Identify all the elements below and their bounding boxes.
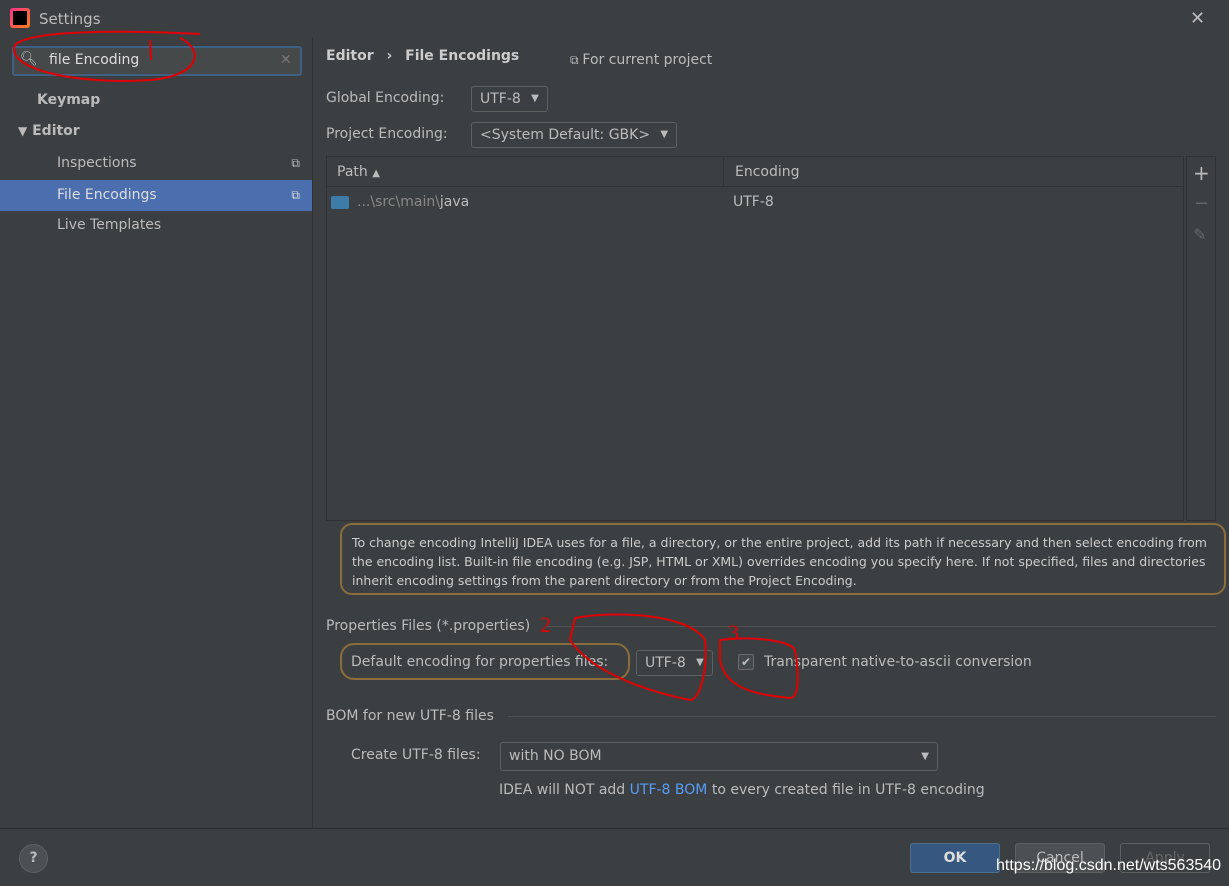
intellij-logo-icon <box>10 8 30 28</box>
clear-search-icon[interactable]: ✕ <box>280 52 292 68</box>
expand-arrow-icon[interactable]: ▼ <box>18 124 27 138</box>
add-icon[interactable]: + <box>1193 161 1210 185</box>
project-scope-icon: ⧉ <box>570 53 583 67</box>
dropdown-value: UTF-8 <box>645 655 686 671</box>
sidebar-item-live-templates[interactable]: Live Templates <box>0 210 312 241</box>
properties-section-title: Properties Files (*.properties) <box>326 618 531 634</box>
sidebar-item-label: Inspections <box>57 155 137 171</box>
native-to-ascii-checkbox[interactable]: ✔ <box>738 654 754 670</box>
breadcrumb-parent: Editor <box>326 48 374 64</box>
path-prefix: ...\src\main\ <box>357 194 440 210</box>
project-encoding-label: Project Encoding: <box>326 126 448 142</box>
properties-encoding-label: Default encoding for properties files: <box>351 654 609 670</box>
table-header: Path ▲ Encoding <box>327 157 1183 187</box>
sidebar-item-inspections[interactable]: Inspections ⧉ <box>0 148 312 179</box>
close-icon[interactable]: ✕ <box>1190 8 1205 29</box>
sidebar-item-label: Keymap <box>37 92 101 108</box>
dropdown-arrow-icon: ▼ <box>921 751 929 762</box>
search-input[interactable]: 🔍︎ file Encoding ✕ <box>12 46 302 76</box>
encoding-table: Path ▲ Encoding ...\src\main\java UTF-8 <box>326 156 1184 521</box>
folder-icon <box>331 196 349 209</box>
utf8-bom-link[interactable]: UTF-8 BOM <box>630 782 708 798</box>
bom-dropdown[interactable]: with NO BOM ▼ <box>500 742 938 771</box>
breadcrumb: Editor › File Encodings <box>326 48 519 64</box>
bom-note: IDEA will NOT add UTF-8 BOM to every cre… <box>499 782 985 798</box>
search-icon: 🔍︎ <box>20 51 38 67</box>
sidebar-item-file-encodings[interactable]: File Encodings ⧉ <box>0 180 312 211</box>
global-encoding-label: Global Encoding: <box>326 90 445 106</box>
column-header-path[interactable]: Path ▲ <box>337 164 380 180</box>
info-text: To change encoding IntelliJ IDEA uses fo… <box>352 535 1207 588</box>
breadcrumb-separator: › <box>386 48 393 64</box>
sidebar-item-keymap[interactable]: Keymap <box>0 85 312 116</box>
sort-asc-icon: ▲ <box>372 168 380 179</box>
dropdown-arrow-icon: ▼ <box>660 129 669 140</box>
remove-icon[interactable]: − <box>1194 193 1209 214</box>
table-row[interactable]: ...\src\main\java UTF-8 <box>327 187 1183 217</box>
window-title: Settings <box>39 10 101 28</box>
sidebar-item-editor[interactable]: ▼ Editor <box>0 116 312 147</box>
ok-button[interactable]: OK <box>910 843 1000 873</box>
dropdown-arrow-icon: ▼ <box>696 657 704 668</box>
column-header-encoding[interactable]: Encoding <box>735 164 800 180</box>
scope-note: ⧉ For current project <box>570 52 712 68</box>
scope-label: For current project <box>582 52 713 68</box>
project-scope-icon: ⧉ <box>291 156 300 170</box>
edit-icon[interactable]: ✎ <box>1193 225 1206 244</box>
create-utf8-label: Create UTF-8 files: <box>351 747 481 763</box>
project-scope-icon: ⧉ <box>291 188 300 202</box>
project-encoding-dropdown[interactable]: <System Default: GBK> ▼ <box>471 122 678 148</box>
info-box: To change encoding IntelliJ IDEA uses fo… <box>340 523 1226 595</box>
sidebar: Keymap ▼ Editor Inspections ⧉ File Encodi… <box>0 38 313 828</box>
content-panel: Editor › File Encodings ⧉ For current pr… <box>314 38 1229 828</box>
sidebar-item-label: Editor <box>32 123 80 139</box>
properties-encoding-dropdown[interactable]: UTF-8 ▼ <box>636 650 713 676</box>
dropdown-value: <System Default: GBK> <box>480 127 651 143</box>
bom-section-title: BOM for new UTF-8 files <box>326 708 494 724</box>
table-toolbar: + − ✎ <box>1186 156 1216 521</box>
global-encoding-dropdown[interactable]: UTF-8 ▼ <box>471 86 548 112</box>
dropdown-value: with NO BOM <box>509 748 602 764</box>
sidebar-item-label: File Encodings <box>57 187 157 203</box>
path-name: java <box>439 194 470 210</box>
breadcrumb-current: File Encodings <box>405 48 520 64</box>
native-to-ascii-label[interactable]: Transparent native-to-ascii conversion <box>764 654 1032 670</box>
watermark: https://blog.csdn.net/wts563540 <box>996 857 1222 874</box>
search-value: file Encoding <box>49 52 140 68</box>
title-bar: Settings ✕ <box>0 0 1229 38</box>
sidebar-item-label: Live Templates <box>57 217 162 233</box>
dropdown-arrow-icon: ▼ <box>531 93 539 104</box>
dropdown-value: UTF-8 <box>480 91 521 107</box>
help-button[interactable]: ? <box>19 844 48 873</box>
row-encoding[interactable]: UTF-8 <box>733 194 774 210</box>
